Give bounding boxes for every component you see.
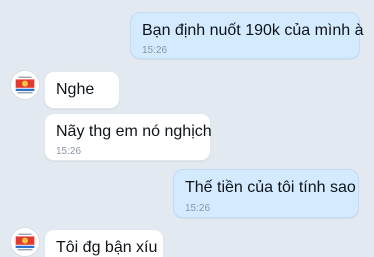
sent-message-bubble[interactable]: Bạn định nuốt 190k của mình à 15:26 [130,12,364,59]
organization-logo-avatar-icon [11,71,39,99]
received-message-bubble[interactable]: Nghe [44,71,120,109]
chat-thread[interactable]: Bạn định nuốt 190k của mình à 15:26 Nghe… [0,0,374,257]
message-timestamp: 15:26 [185,203,211,214]
contact-avatar[interactable] [10,70,40,100]
message-timestamp: 15:26 [142,45,168,56]
sent-message-bubble[interactable]: Thế tiền của tôi tính sao 15:26 [173,169,359,218]
organization-logo-avatar-icon [11,228,39,256]
message-text: Nghe [56,81,95,98]
message-text: Nãy thg em nó nghịch [56,123,212,140]
message-text: Tôi đg bận xíu [56,239,158,256]
message-text: Bạn định nuốt 190k của mình à [142,22,364,39]
contact-avatar[interactable] [10,227,40,257]
received-message-bubble[interactable]: Tôi đg bận xíu [44,229,164,257]
message-text: Thế tiền của tôi tính sao [185,179,356,196]
received-message-bubble[interactable]: Nãy thg em nó nghịch 15:26 [44,113,212,161]
message-timestamp: 15:26 [56,146,82,157]
